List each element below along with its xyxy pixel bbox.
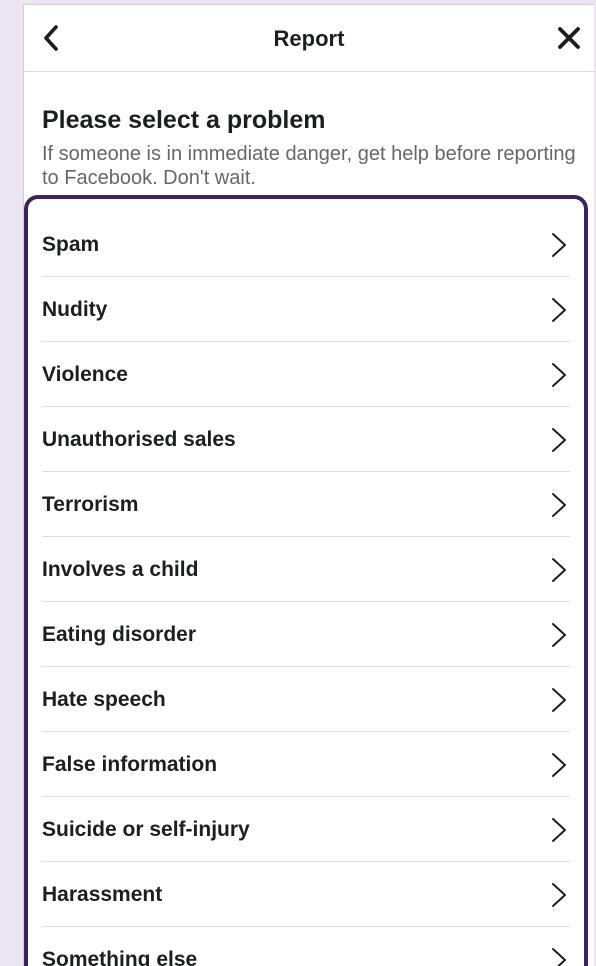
problem-option-label: Harassment bbox=[42, 883, 163, 906]
problem-option[interactable]: Hate speech bbox=[42, 667, 570, 732]
problem-option-label: Eating disorder bbox=[42, 623, 197, 646]
close-button[interactable] bbox=[552, 21, 586, 55]
problem-option[interactable]: Nudity bbox=[42, 277, 570, 342]
chevron-right-icon bbox=[552, 428, 566, 452]
problem-list: Spam Nudity Violence Unauthorised sales Terr… bbox=[42, 212, 570, 966]
problem-option-label: Terrorism bbox=[42, 493, 139, 516]
chevron-right-icon bbox=[552, 298, 566, 322]
intro-subtitle: If someone is in immediate danger, get h… bbox=[42, 143, 576, 189]
problem-option-label: Hate speech bbox=[42, 688, 166, 711]
chevron-right-icon bbox=[552, 623, 566, 647]
report-dialog: Report Please select a problem If someon… bbox=[23, 4, 594, 966]
chevron-right-icon bbox=[552, 818, 566, 842]
problem-option[interactable]: Harassment bbox=[42, 862, 570, 927]
page-title: Please select a problem bbox=[42, 106, 326, 134]
problem-option-label: Something else bbox=[42, 948, 198, 966]
problem-list-highlight: Spam Nudity Violence Unauthorised sales Terr… bbox=[24, 195, 588, 966]
dialog-header: Report bbox=[24, 5, 594, 72]
problem-option[interactable]: Terrorism bbox=[42, 472, 570, 537]
chevron-right-icon bbox=[552, 753, 566, 777]
intro-section: Please select a problem If someone is in… bbox=[42, 105, 582, 190]
problem-option-label: Violence bbox=[42, 363, 128, 386]
problem-option-label: Involves a child bbox=[42, 558, 199, 581]
dialog-title: Report bbox=[273, 26, 345, 51]
problem-option[interactable]: Something else bbox=[42, 927, 570, 966]
chevron-right-icon bbox=[552, 363, 566, 387]
chevron-right-icon bbox=[552, 233, 566, 257]
problem-option-label: Suicide or self-injury bbox=[42, 818, 250, 841]
close-icon bbox=[558, 27, 580, 49]
chevron-right-icon bbox=[552, 558, 566, 582]
problem-option[interactable]: Suicide or self-injury bbox=[42, 797, 570, 862]
problem-option-label: Unauthorised sales bbox=[42, 428, 236, 451]
problem-option[interactable]: Involves a child bbox=[42, 537, 570, 602]
problem-option[interactable]: False information bbox=[42, 732, 570, 797]
problem-option[interactable]: Spam bbox=[42, 212, 570, 277]
chevron-right-icon bbox=[552, 948, 566, 966]
problem-option-label: False information bbox=[42, 753, 218, 776]
chevron-right-icon bbox=[552, 688, 566, 712]
problem-option-label: Nudity bbox=[42, 298, 108, 321]
chevron-right-icon bbox=[552, 883, 566, 907]
chevron-right-icon bbox=[552, 493, 566, 517]
problem-option[interactable]: Eating disorder bbox=[42, 602, 570, 667]
problem-option[interactable]: Unauthorised sales bbox=[42, 407, 570, 472]
problem-option[interactable]: Violence bbox=[42, 342, 570, 407]
problem-option-label: Spam bbox=[42, 233, 100, 256]
